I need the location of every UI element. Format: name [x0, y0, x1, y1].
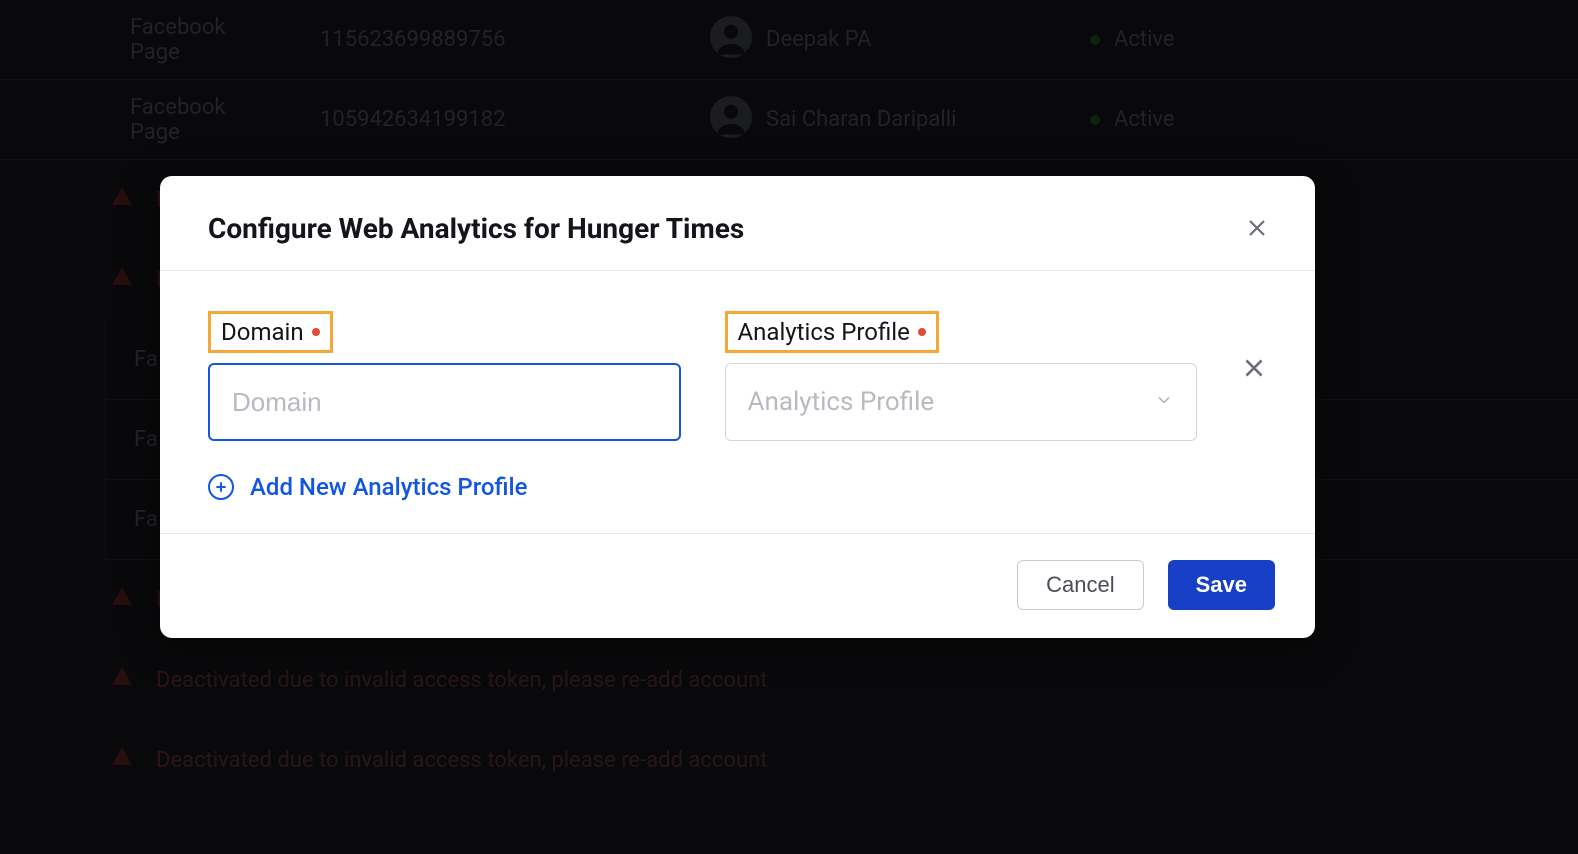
domain-input[interactable]	[208, 363, 681, 441]
required-dot-icon	[918, 328, 926, 336]
modal-title: Configure Web Analytics for Hunger Times	[208, 212, 744, 245]
required-dot-icon	[312, 328, 320, 336]
add-analytics-profile-button[interactable]: Add New Analytics Profile	[208, 473, 1267, 501]
analytics-profile-placeholder: Analytics Profile	[748, 387, 935, 417]
cancel-button[interactable]: Cancel	[1017, 560, 1143, 610]
analytics-profile-label-text: Analytics Profile	[738, 318, 910, 346]
save-button[interactable]: Save	[1168, 560, 1275, 610]
configure-analytics-modal: Configure Web Analytics for Hunger Times…	[160, 176, 1315, 638]
analytics-profile-select[interactable]: Analytics Profile	[725, 363, 1198, 441]
modal-header: Configure Web Analytics for Hunger Times	[160, 176, 1315, 271]
plus-circle-icon	[208, 474, 234, 500]
analytics-profile-label: Analytics Profile	[725, 311, 939, 353]
modal-body: Domain Analytics Profile Analytics Profi…	[160, 271, 1315, 533]
close-button[interactable]	[1239, 210, 1275, 246]
chevron-down-icon	[1154, 390, 1174, 414]
form-row: Domain Analytics Profile Analytics Profi…	[208, 311, 1267, 441]
add-analytics-profile-label: Add New Analytics Profile	[250, 473, 528, 501]
remove-row-button[interactable]	[1241, 355, 1267, 381]
modal-footer: Cancel Save	[160, 533, 1315, 638]
domain-label: Domain	[208, 311, 333, 353]
domain-label-text: Domain	[221, 318, 304, 346]
domain-field-group: Domain	[208, 311, 681, 441]
analytics-profile-field-group: Analytics Profile Analytics Profile	[725, 311, 1198, 441]
